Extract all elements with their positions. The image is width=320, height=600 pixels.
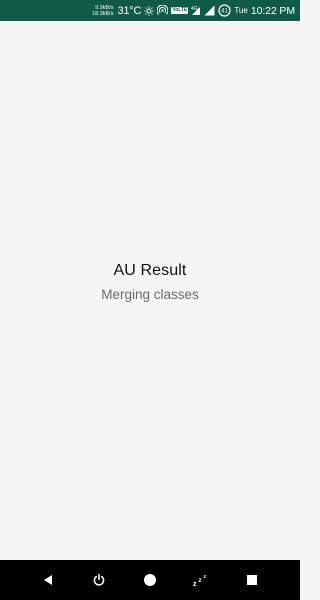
navigation-bar: z z z [0,560,300,600]
main-content: AU Result Merging classes [0,21,300,560]
signal-icon [204,5,215,16]
sleep-button[interactable]: z z z [189,568,213,592]
svg-text:z: z [193,581,197,587]
volte-badge: VoLTE [171,7,189,14]
svg-text:z: z [199,578,202,584]
battery-icon: 41 [218,4,231,17]
home-icon [143,574,156,586]
status-time: 10:22 PM [250,4,295,17]
power-button[interactable] [87,568,111,592]
page-title: AU Result [113,262,187,279]
recents-button[interactable] [240,568,264,592]
data-signal-icon: 4G [191,5,201,16]
battery-level: 41 [222,9,229,15]
sleep-icon: z z z [193,574,207,587]
page-subtitle: Merging classes [101,287,199,302]
status-bar: 9.9kB/s 18.3kB/s 31°C VoLTE 4G 41 Tue 10… [0,0,300,21]
network-speed-down: 18.3kB/s [92,11,114,17]
back-icon [43,575,52,585]
temperature: 31°C [117,4,142,17]
svg-text:z: z [204,574,207,580]
hotspot-icon [157,5,169,16]
volte-icon: VoLTE [171,7,189,14]
sun-icon [144,5,154,16]
home-button[interactable] [138,568,162,592]
status-day: Tue [234,6,248,15]
recents-icon [247,575,258,585]
back-button[interactable] [36,568,60,592]
power-icon [93,573,105,586]
network-speed: 9.9kB/s 18.3kB/s [92,5,113,18]
